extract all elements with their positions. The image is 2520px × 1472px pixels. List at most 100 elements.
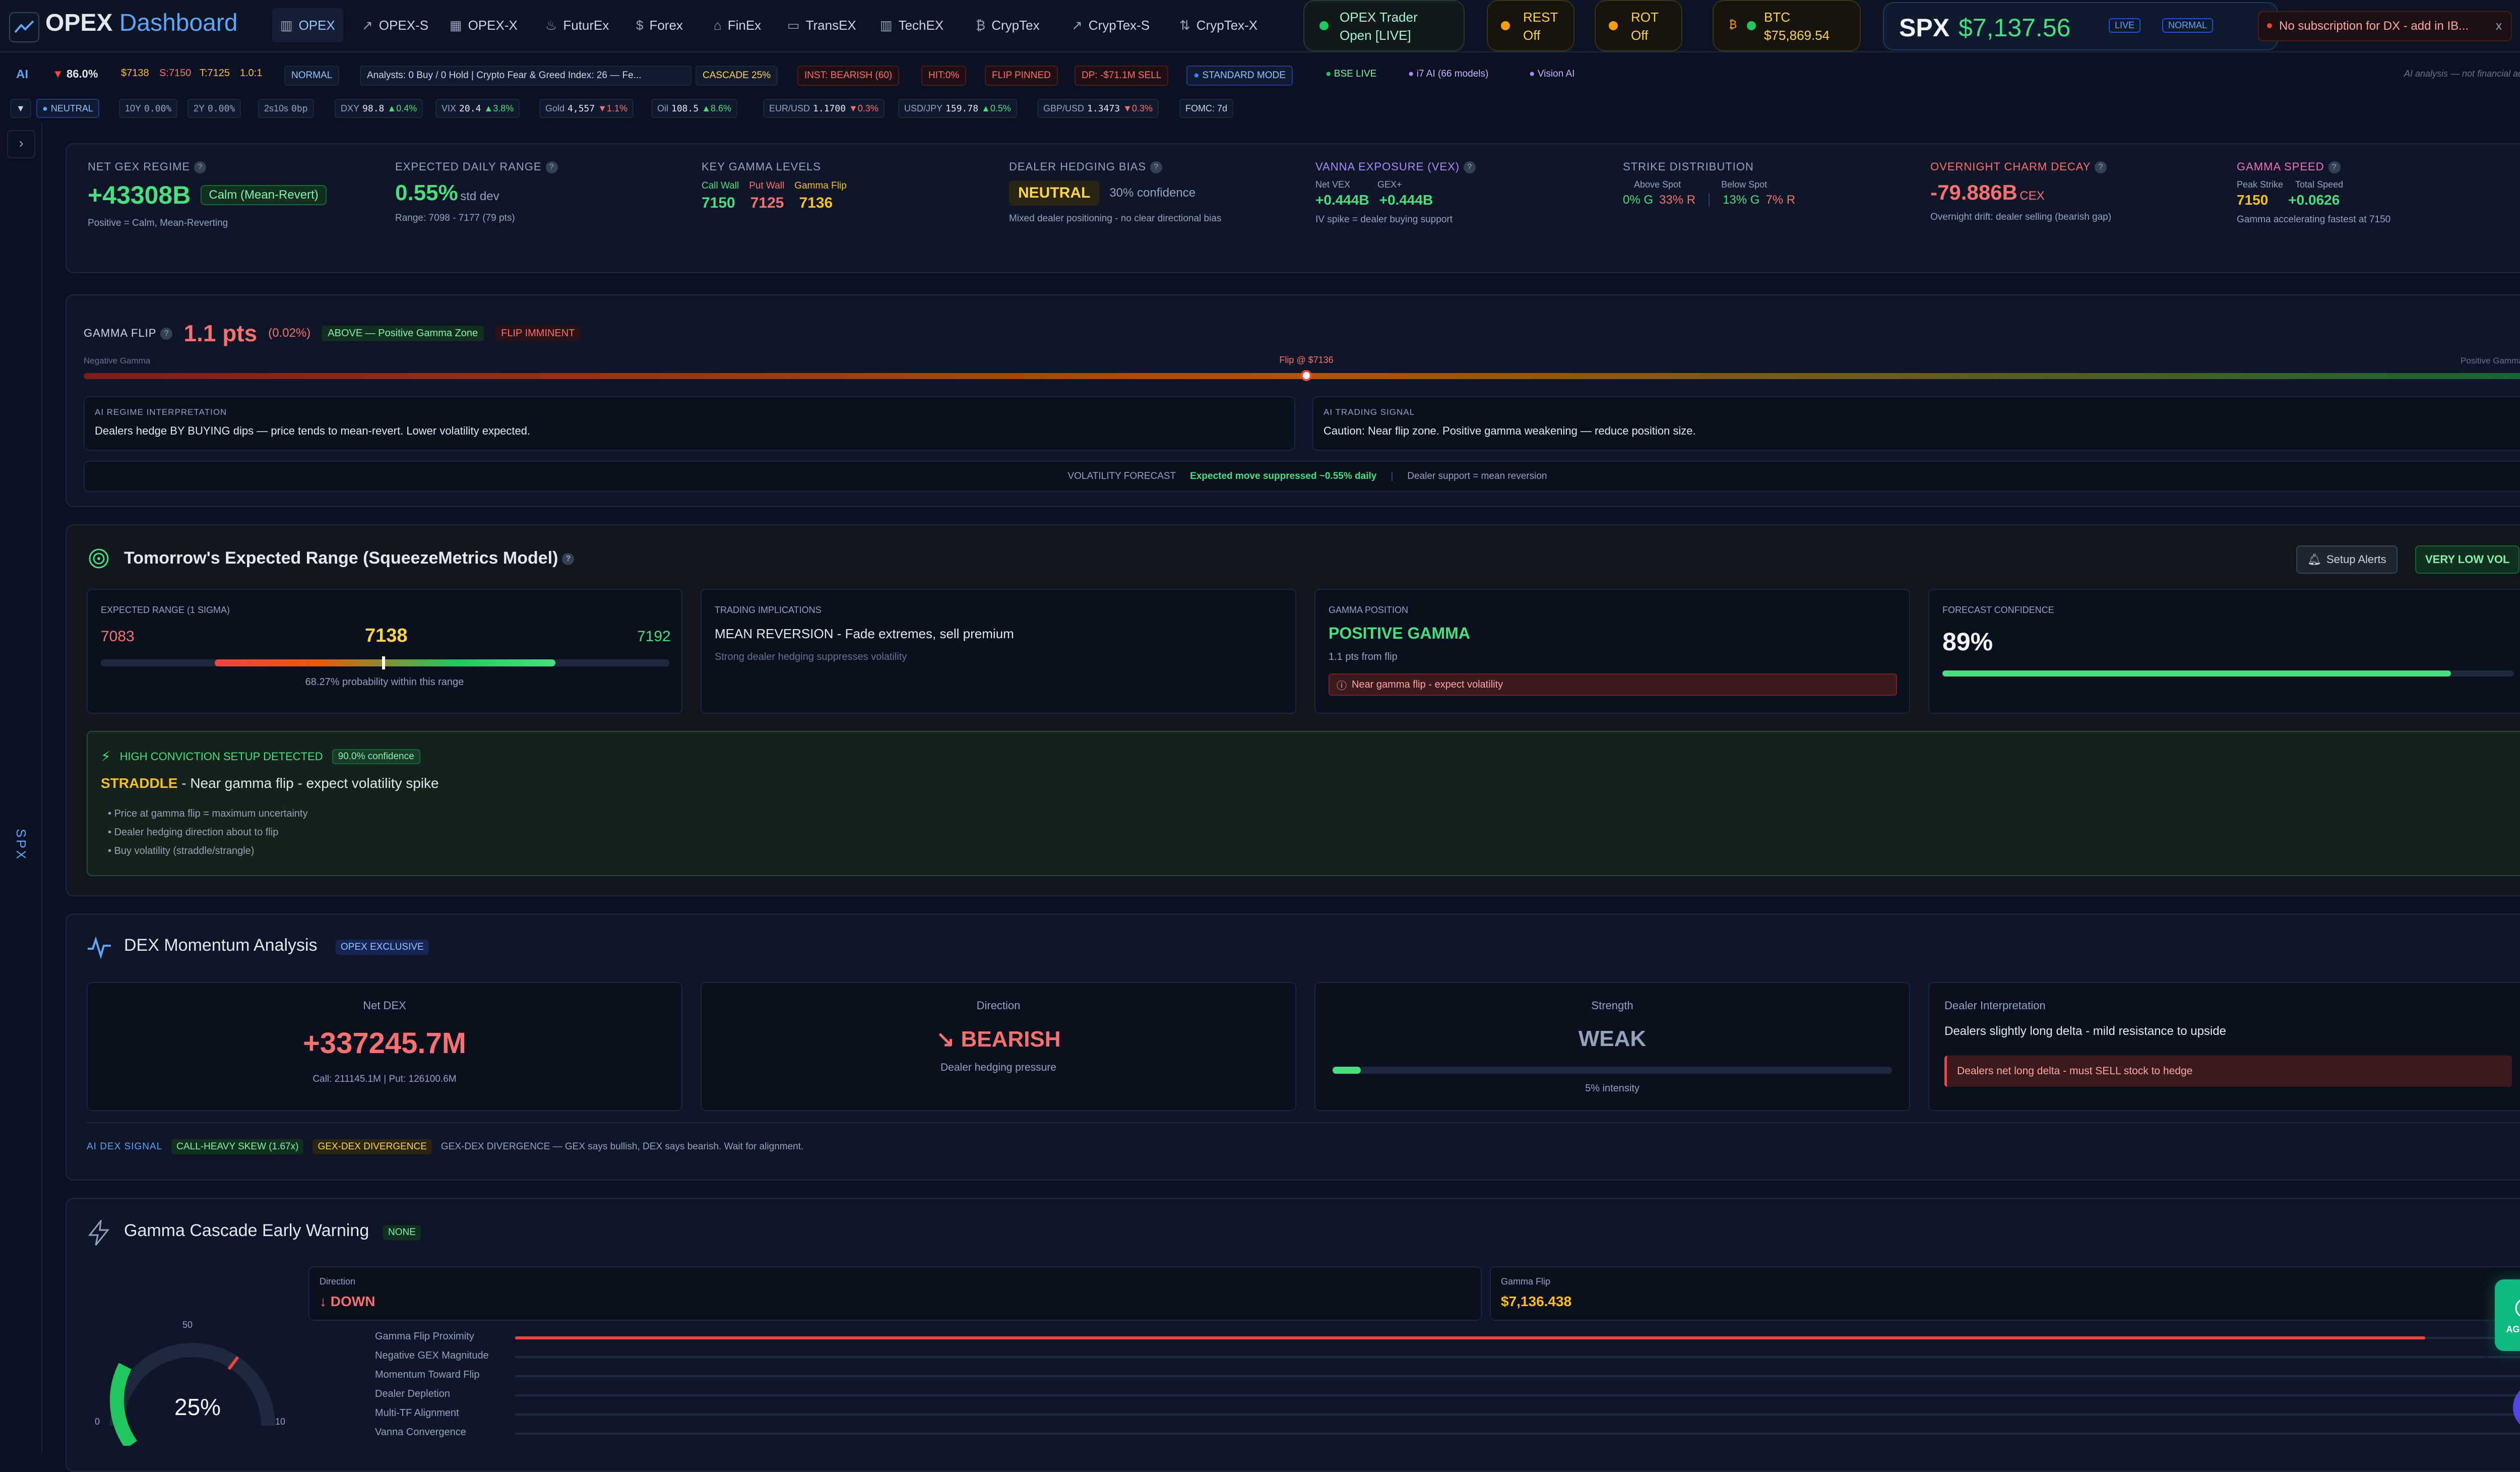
status-dot-icon xyxy=(1501,21,1510,30)
flip-pinned-chip[interactable]: FLIP PINNED xyxy=(985,66,1058,86)
nav-tab-opex-x[interactable]: ▦ OPEX-X xyxy=(442,8,526,42)
regime-badge: Calm (Mean-Revert) xyxy=(201,185,327,206)
panel-title: DEX Momentum Analysis xyxy=(124,936,318,955)
nav-tab-forex[interactable]: $ Forex xyxy=(628,8,691,42)
help-icon[interactable]: ? xyxy=(2095,161,2107,174)
macro-chip-2y[interactable]: 2Y 0.00% xyxy=(187,99,241,118)
help-icon[interactable]: ? xyxy=(545,161,558,174)
implication-note: Strong dealer hedging suppresses volatil… xyxy=(715,651,907,662)
agents-button[interactable]: AGENTS xyxy=(2495,1279,2520,1351)
help-icon[interactable]: ? xyxy=(562,553,575,566)
macro-chip-2s10s[interactable]: 2s10s 0bp xyxy=(258,99,314,118)
spx-symbol: SPX xyxy=(1899,14,1950,42)
standard-mode-chip[interactable]: ● STANDARD MODE xyxy=(1186,66,1293,86)
nav-tab-label: OPEX-X xyxy=(468,17,518,33)
macro-chip-oil[interactable]: Oil 108.5 ▲8.6% xyxy=(651,99,738,118)
gamma-flip-title: GAMMA FLIP? xyxy=(84,327,173,340)
fomc-chip[interactable]: FOMC: 7d xyxy=(1179,99,1234,118)
trader-status[interactable]: OPEX Trader Open [LIVE] xyxy=(1303,0,1465,51)
call-wall-label: Call Wall xyxy=(702,180,739,191)
nav-tab-cryptex-x[interactable]: ⇅ CrypTex-X xyxy=(1171,8,1266,42)
metric-note: IV spike = dealer buying support xyxy=(1315,214,1453,225)
sentiment-chip[interactable]: ● NEUTRAL xyxy=(36,99,99,118)
nav-tab-opex-s[interactable]: ↗ OPEX-S xyxy=(354,8,436,42)
nav-tab-finex[interactable]: ⌂ FinEx xyxy=(706,8,769,42)
volatility-warning: ⓘ Near gamma flip - expect volatility xyxy=(1329,673,1897,696)
live-dot-icon: ● xyxy=(1326,69,1332,79)
setup-alerts-button[interactable]: 🔔︎ Setup Alerts xyxy=(2296,545,2398,574)
expand-sidebar-button[interactable]: › xyxy=(7,130,35,158)
gauge-mid-label: 50 xyxy=(182,1320,193,1330)
help-icon[interactable]: ? xyxy=(1464,161,1476,174)
help-icon[interactable]: ? xyxy=(194,161,207,174)
setup-label: HIGH CONVICTION SETUP DETECTED xyxy=(119,750,323,763)
nav-tab-label: Forex xyxy=(649,17,683,33)
analysts-chip[interactable]: Analysts: 0 Buy / 0 Hold | Crypto Fear &… xyxy=(360,66,691,86)
nav-tab-label: OPEX-S xyxy=(379,17,429,33)
factor-track xyxy=(515,1433,2520,1435)
net-dex-card: Net DEX +337245.7M Call: 211145.1M | Put… xyxy=(87,982,682,1111)
nav-tab-label: FinEx xyxy=(727,17,762,33)
macro-chip-10y[interactable]: 10Y 0.00% xyxy=(119,99,178,118)
close-icon[interactable]: x xyxy=(2496,19,2502,33)
nav-tab-opex[interactable]: ▥ OPEX xyxy=(272,8,343,42)
help-icon[interactable]: ? xyxy=(2328,161,2341,174)
strength-card: Strength WEAK 5% intensity xyxy=(1314,982,1910,1111)
vision-ai-chip[interactable]: ● Vision AI xyxy=(1529,69,1574,80)
card-text: Caution: Near flip zone. Positive gamma … xyxy=(1324,424,1696,437)
institutional-chip[interactable]: INST: BEARISH (60) xyxy=(797,66,900,86)
dot-icon: ● xyxy=(42,103,48,113)
nav-tab-techex[interactable]: ▥ TechEX xyxy=(872,8,952,42)
app-logo[interactable] xyxy=(9,12,39,42)
charm-unit: CEX xyxy=(2020,189,2045,203)
collapse-toggle[interactable]: ▼ xyxy=(10,99,31,118)
nav-tab-cryptex-s[interactable]: ↗ CrypTex-S xyxy=(1063,8,1158,42)
truck-icon: ▭ xyxy=(787,17,800,33)
macro-chip-eurusd[interactable]: EUR/USD 1.1700 ▼0.3% xyxy=(763,99,885,118)
trend-icon: ↗ xyxy=(362,17,373,33)
macro-value: 159.78 xyxy=(946,103,979,114)
rot-status[interactable]: ROT Off xyxy=(1595,0,1682,51)
help-icon[interactable]: ? xyxy=(160,328,173,340)
trading-implications-card: TRADING IMPLICATIONS MEAN REVERSION - Fa… xyxy=(701,589,1296,714)
dark-pool-chip[interactable]: DP: -$71.1M SELL xyxy=(1075,66,1169,86)
notice-text: No subscription for DX - add in IB... xyxy=(2279,19,2469,33)
vol-note: Dealer support = mean reversion xyxy=(1407,471,1547,481)
cascade-direction-card: Direction ↓ DOWN xyxy=(308,1266,1482,1321)
rest-status[interactable]: REST Off xyxy=(1487,0,1574,51)
vol-label: VOLATILITY FORECAST xyxy=(1067,471,1176,481)
macro-value: 0bp xyxy=(291,103,308,114)
bse-live-chip[interactable]: ● BSE LIVE xyxy=(1326,69,1376,80)
flip-percent: (0.02%) xyxy=(268,326,311,340)
macro-chip-dxy[interactable]: DXY 98.8 ▲0.4% xyxy=(335,99,423,118)
setup-bullet: • Dealer hedging direction about to flip xyxy=(108,823,308,842)
gamma-position-value: POSITIVE GAMMA xyxy=(1329,624,1470,642)
subscription-notice[interactable]: No subscription for DX - add in IB... x xyxy=(2258,11,2512,41)
cascade-chip[interactable]: CASCADE 25% xyxy=(696,66,778,86)
below-red: 7% R xyxy=(1766,193,1796,207)
sidebar-vertical-label: SPX xyxy=(14,829,29,862)
macro-chip-vix[interactable]: VIX 20.4 ▲3.8% xyxy=(435,99,520,118)
strength-value: WEAK xyxy=(1578,1026,1647,1051)
hit-chip[interactable]: HIT:0% xyxy=(921,66,967,86)
metric-label: NET GEX REGIME xyxy=(88,160,191,173)
nav-tab-transex[interactable]: ▭ TransEX xyxy=(779,8,864,42)
nav-tab-cryptex[interactable]: ₿ CrypTex xyxy=(968,8,1048,42)
btc-label: BTC xyxy=(1764,10,1790,25)
gauge-value: 25% xyxy=(174,1394,221,1420)
i7-ai-chip[interactable]: ● i7 AI (66 models) xyxy=(1408,69,1488,80)
bullet-dot-icon: • xyxy=(108,808,114,819)
btc-status[interactable]: ₿ BTC $75,869.54 xyxy=(1713,0,1861,51)
target-icon xyxy=(89,548,109,569)
normal-badge[interactable]: NORMAL xyxy=(284,66,340,86)
macro-chip-gbpusd[interactable]: GBP/USD 1.3473 ▼0.3% xyxy=(1037,99,1159,118)
nav-tab-futurex[interactable]: ♨ FuturEx xyxy=(537,8,617,42)
spx-ticker[interactable]: SPX $7,137.56 LIVE NORMAL xyxy=(1883,2,2278,50)
macro-chip-usdjpy[interactable]: USD/JPY 159.78 ▲0.5% xyxy=(898,99,1017,118)
card-label: AI REGIME INTERPRETATION xyxy=(95,407,227,417)
macro-delta: ▲3.8% xyxy=(484,103,514,113)
macro-chip-gold[interactable]: Gold 4,557 ▼1.1% xyxy=(539,99,634,118)
metric-label: KEY GAMMA LEVELS xyxy=(702,160,821,173)
above-green: 0% G xyxy=(1623,193,1654,207)
help-icon[interactable]: ? xyxy=(1150,161,1163,174)
